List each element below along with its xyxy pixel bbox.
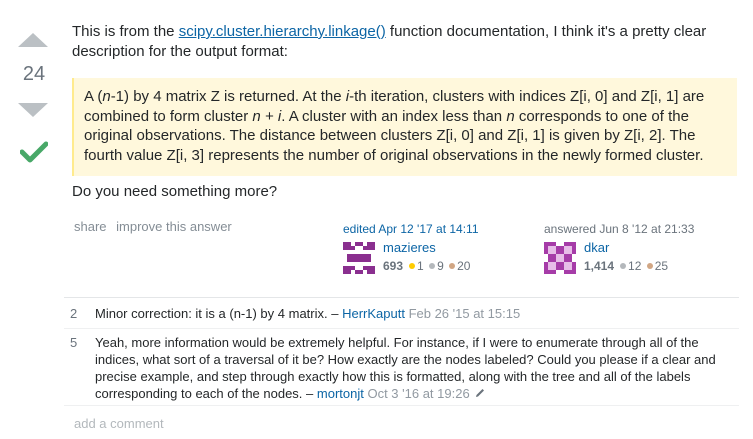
comment-body: Minor correction: it is a (n-1) by 4 mat… <box>95 305 735 322</box>
author-reputation: 1,414 <box>584 259 615 273</box>
downvote-arrow-icon[interactable] <box>18 103 48 117</box>
silver-badge-icon <box>429 263 436 270</box>
comment-text: corresponding to each of the nodes. – <box>95 386 317 401</box>
vote-count: 24 <box>22 63 46 85</box>
editor-flair: 693 1 9 20 <box>383 259 470 273</box>
editor-username[interactable]: mazieres <box>383 240 436 255</box>
linkage-doc-link[interactable]: scipy.cluster.hierarchy.linkage() <box>179 23 386 40</box>
share-link[interactable]: share <box>74 219 107 234</box>
comment-line-1: Yeah, more information would be extremel… <box>95 335 699 350</box>
quote-line-2: combined to form cluster n + i. A cluste… <box>84 107 689 125</box>
add-comment-link[interactable]: add a comment <box>74 416 164 431</box>
comment-body: Yeah, more information would be extremel… <box>95 334 735 402</box>
author-flair: 1,414 12 25 <box>584 259 668 273</box>
answered-timestamp: answered Jun 8 '12 at 21:33 <box>544 222 695 236</box>
comment-line-3: precise example, and step through exactl… <box>95 369 691 384</box>
comment-user-link[interactable]: HerrKaputt <box>342 306 405 321</box>
comment-text: Minor correction: it is a (n-1) by 4 mat… <box>95 306 343 321</box>
edit-pencil-icon[interactable] <box>474 387 486 399</box>
comment-score: 5 <box>70 335 78 350</box>
answer-intro: This is from the scipy.cluster.hierarchy… <box>72 22 736 62</box>
answer-body: This is from the scipy.cluster.hierarchy… <box>72 22 736 62</box>
author-bronze-count: 25 <box>654 259 669 273</box>
accepted-checkmark-icon <box>20 141 48 163</box>
editor-gold-count: 1 <box>417 259 424 273</box>
comment-line-4: corresponding to each of the nodes. – mo… <box>95 385 735 402</box>
comment-list: 2 Minor correction: it is a (n-1) by 4 m… <box>64 297 739 406</box>
comment: 2 Minor correction: it is a (n-1) by 4 m… <box>64 305 739 329</box>
editor-silver-count: 9 <box>437 259 444 273</box>
author-username[interactable]: dkar <box>584 240 609 255</box>
editor-card: mazieres 693 1 9 20 <box>343 240 523 276</box>
editor-signature: edited Apr 12 '17 at 14:11 mazieres 693 1… <box>343 222 479 274</box>
quote-line-3: original observations. The distance betw… <box>84 127 696 144</box>
comment: 5 Yeah, more information would be extrem… <box>64 334 739 406</box>
editor-avatar[interactable] <box>343 242 375 274</box>
quote-line-1: A (n-1) by 4 matrix Z is returned. At th… <box>84 88 705 105</box>
intro-text: This is from the <box>72 23 179 40</box>
improve-answer-link[interactable]: improve this answer <box>116 219 232 234</box>
post-menu: share improve this answer <box>74 219 238 234</box>
comment-date-link[interactable]: Feb 26 '15 at 15:15 <box>405 306 521 321</box>
answer-followup: Do you need something more? <box>72 183 278 200</box>
upvote-arrow-icon[interactable] <box>18 33 48 47</box>
author-avatar[interactable] <box>544 242 576 274</box>
editor-reputation: 693 <box>383 259 404 273</box>
documentation-blockquote: A (n-1) by 4 matrix Z is returned. At th… <box>72 78 737 176</box>
silver-badge-icon <box>620 263 627 270</box>
comment-score: 2 <box>70 306 78 321</box>
bronze-badge-icon <box>449 263 456 270</box>
comment-line-2: indices, what sort of a traversal of it … <box>95 352 716 367</box>
edited-timestamp-link[interactable]: edited Apr 12 '17 at 14:11 <box>343 222 479 236</box>
author-signature: answered Jun 8 '12 at 21:33 dkar 1,414 12… <box>544 222 695 274</box>
editor-bronze-count: 20 <box>457 259 471 273</box>
quote-line-4: fourth value Z[i, 3] represents the numb… <box>84 146 704 164</box>
comment-date-link[interactable]: Oct 3 '16 at 19:26 <box>364 386 469 401</box>
comment-user-link[interactable]: mortonjt <box>317 386 364 401</box>
author-card: dkar 1,414 12 25 <box>544 240 724 276</box>
gold-badge-icon <box>409 263 416 270</box>
bronze-badge-icon <box>646 263 653 270</box>
author-silver-count: 12 <box>628 259 642 273</box>
